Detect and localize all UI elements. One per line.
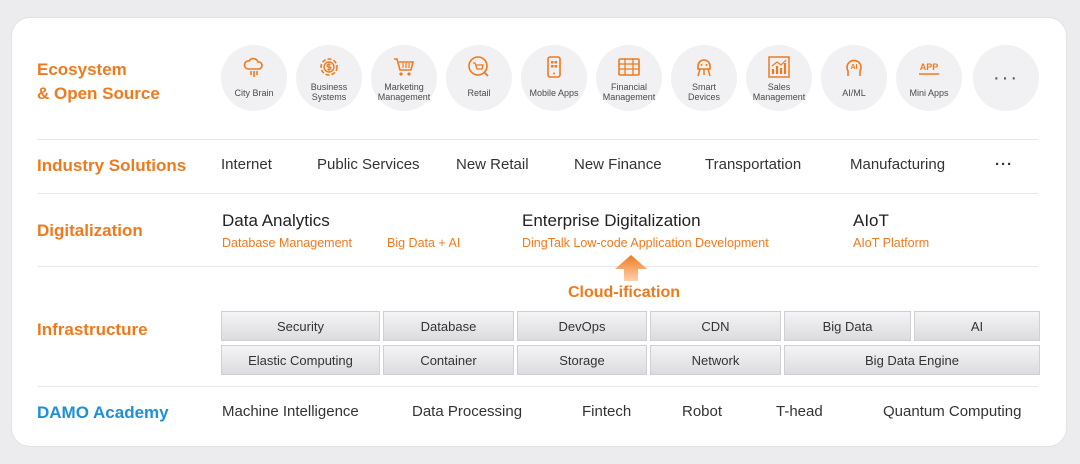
damo-item-fintech[interactable]: Fintech bbox=[582, 403, 631, 420]
divider bbox=[38, 193, 1038, 194]
ai-head-icon: AI bbox=[846, 59, 862, 76]
svg-text:AI: AI bbox=[851, 64, 858, 71]
eco-label: Business Systems bbox=[310, 82, 348, 102]
bar-chart-icon bbox=[768, 56, 790, 78]
infra-cell-ai[interactable]: AI bbox=[914, 311, 1040, 341]
row-label-ecosystem: Ecosystem & Open Source bbox=[37, 60, 160, 103]
dig-sub-database[interactable]: Database Management bbox=[222, 236, 352, 250]
eco-item-mini-apps[interactable]: APP Mini Apps bbox=[896, 45, 962, 111]
shopping-cart-icon bbox=[394, 58, 415, 76]
eco-label: Smart Devices bbox=[687, 82, 720, 102]
dig-sub-aiot-platform[interactable]: AIoT Platform bbox=[853, 236, 929, 250]
row-label-damo: DAMO Academy bbox=[37, 403, 169, 422]
infra-cell-network[interactable]: Network bbox=[650, 345, 781, 375]
up-arrow-icon bbox=[615, 255, 647, 281]
eco-label: City Brain bbox=[234, 88, 274, 98]
eco-item-city-brain[interactable]: City Brain bbox=[221, 45, 287, 111]
eco-more-button[interactable]: ··· bbox=[973, 45, 1039, 111]
cloudification-label: Cloud-ification bbox=[568, 284, 680, 301]
infra-cell-storage[interactable]: Storage bbox=[517, 345, 647, 375]
infra-cell-elastic-computing[interactable]: Elastic Computing bbox=[221, 345, 380, 375]
bank-icon bbox=[618, 58, 640, 76]
damo-item-machine-intelligence[interactable]: Machine Intelligence bbox=[222, 403, 359, 420]
industry-item-internet[interactable]: Internet bbox=[221, 156, 272, 173]
app-icon: APP bbox=[919, 62, 939, 75]
infra-cell-devops[interactable]: DevOps bbox=[517, 311, 647, 341]
infra-cell-big-data[interactable]: Big Data bbox=[784, 311, 911, 341]
industry-item-new-retail[interactable]: New Retail bbox=[456, 156, 529, 173]
eco-label: AI/ML bbox=[842, 88, 866, 98]
eco-item-retail[interactable]: Retail bbox=[446, 45, 512, 111]
infra-cell-cdn[interactable]: CDN bbox=[650, 311, 781, 341]
mobile-phone-icon bbox=[547, 56, 561, 78]
industry-item-new-finance[interactable]: New Finance bbox=[574, 156, 662, 173]
dig-title-aiot: AIoT bbox=[853, 211, 889, 230]
eco-label: Mini Apps bbox=[909, 88, 949, 98]
dig-sub-dingtalk[interactable]: DingTalk Low-code Application Developmen… bbox=[522, 236, 769, 250]
dig-title-data-analytics: Data Analytics bbox=[222, 211, 330, 230]
robot-icon bbox=[697, 59, 711, 77]
eco-item-mobile-apps[interactable]: Mobile Apps bbox=[521, 45, 587, 111]
divider bbox=[38, 266, 1038, 267]
eco-item-sales[interactable]: Sales Management bbox=[746, 45, 812, 111]
industry-item-manufacturing[interactable]: Manufacturing bbox=[850, 156, 945, 173]
infra-cell-security[interactable]: Security bbox=[221, 311, 380, 341]
divider bbox=[38, 386, 1038, 387]
infra-cell-container[interactable]: Container bbox=[383, 345, 514, 375]
dig-title-enterprise: Enterprise Digitalization bbox=[522, 211, 701, 230]
eco-item-ai-ml[interactable]: AI AI/ML bbox=[821, 45, 887, 111]
damo-item-robot[interactable]: Robot bbox=[682, 403, 722, 420]
row-label-industry: Industry Solutions bbox=[37, 156, 187, 175]
industry-item-transportation[interactable]: Transportation bbox=[705, 156, 801, 173]
eco-label: Mobile Apps bbox=[529, 88, 579, 98]
row-label-digitalization: Digitalization bbox=[37, 221, 143, 240]
row-label-infrastructure: Infrastructure bbox=[37, 320, 148, 339]
eco-item-smart-devices[interactable]: Smart Devices bbox=[671, 45, 737, 111]
svg-text:APP: APP bbox=[920, 62, 939, 72]
dig-sub-bigdata-ai[interactable]: Big Data + AI bbox=[387, 236, 460, 250]
eco-item-financial[interactable]: Financial Management bbox=[596, 45, 662, 111]
eco-label: Marketing Management bbox=[377, 82, 431, 102]
cloud-icon bbox=[243, 57, 263, 77]
eco-label: Retail bbox=[467, 88, 491, 98]
gear-dollar-icon bbox=[320, 58, 338, 76]
eco-item-marketing[interactable]: Marketing Management bbox=[371, 45, 437, 111]
eco-label: Sales Management bbox=[752, 82, 806, 102]
damo-item-quantum-computing[interactable]: Quantum Computing bbox=[883, 403, 1021, 420]
eco-label: Financial Management bbox=[602, 82, 656, 102]
cart-circle-icon bbox=[468, 56, 489, 77]
infra-cell-database[interactable]: Database bbox=[383, 311, 514, 341]
damo-item-data-processing[interactable]: Data Processing bbox=[412, 403, 522, 420]
eco-item-business-systems[interactable]: Business Systems bbox=[296, 45, 362, 111]
damo-item-t-head[interactable]: T-head bbox=[776, 403, 823, 420]
industry-item-public-services[interactable]: Public Services bbox=[317, 156, 420, 173]
divider bbox=[38, 139, 1038, 140]
industry-more-button[interactable]: ··· bbox=[995, 156, 1013, 173]
infra-cell-big-data-engine[interactable]: Big Data Engine bbox=[784, 345, 1040, 375]
